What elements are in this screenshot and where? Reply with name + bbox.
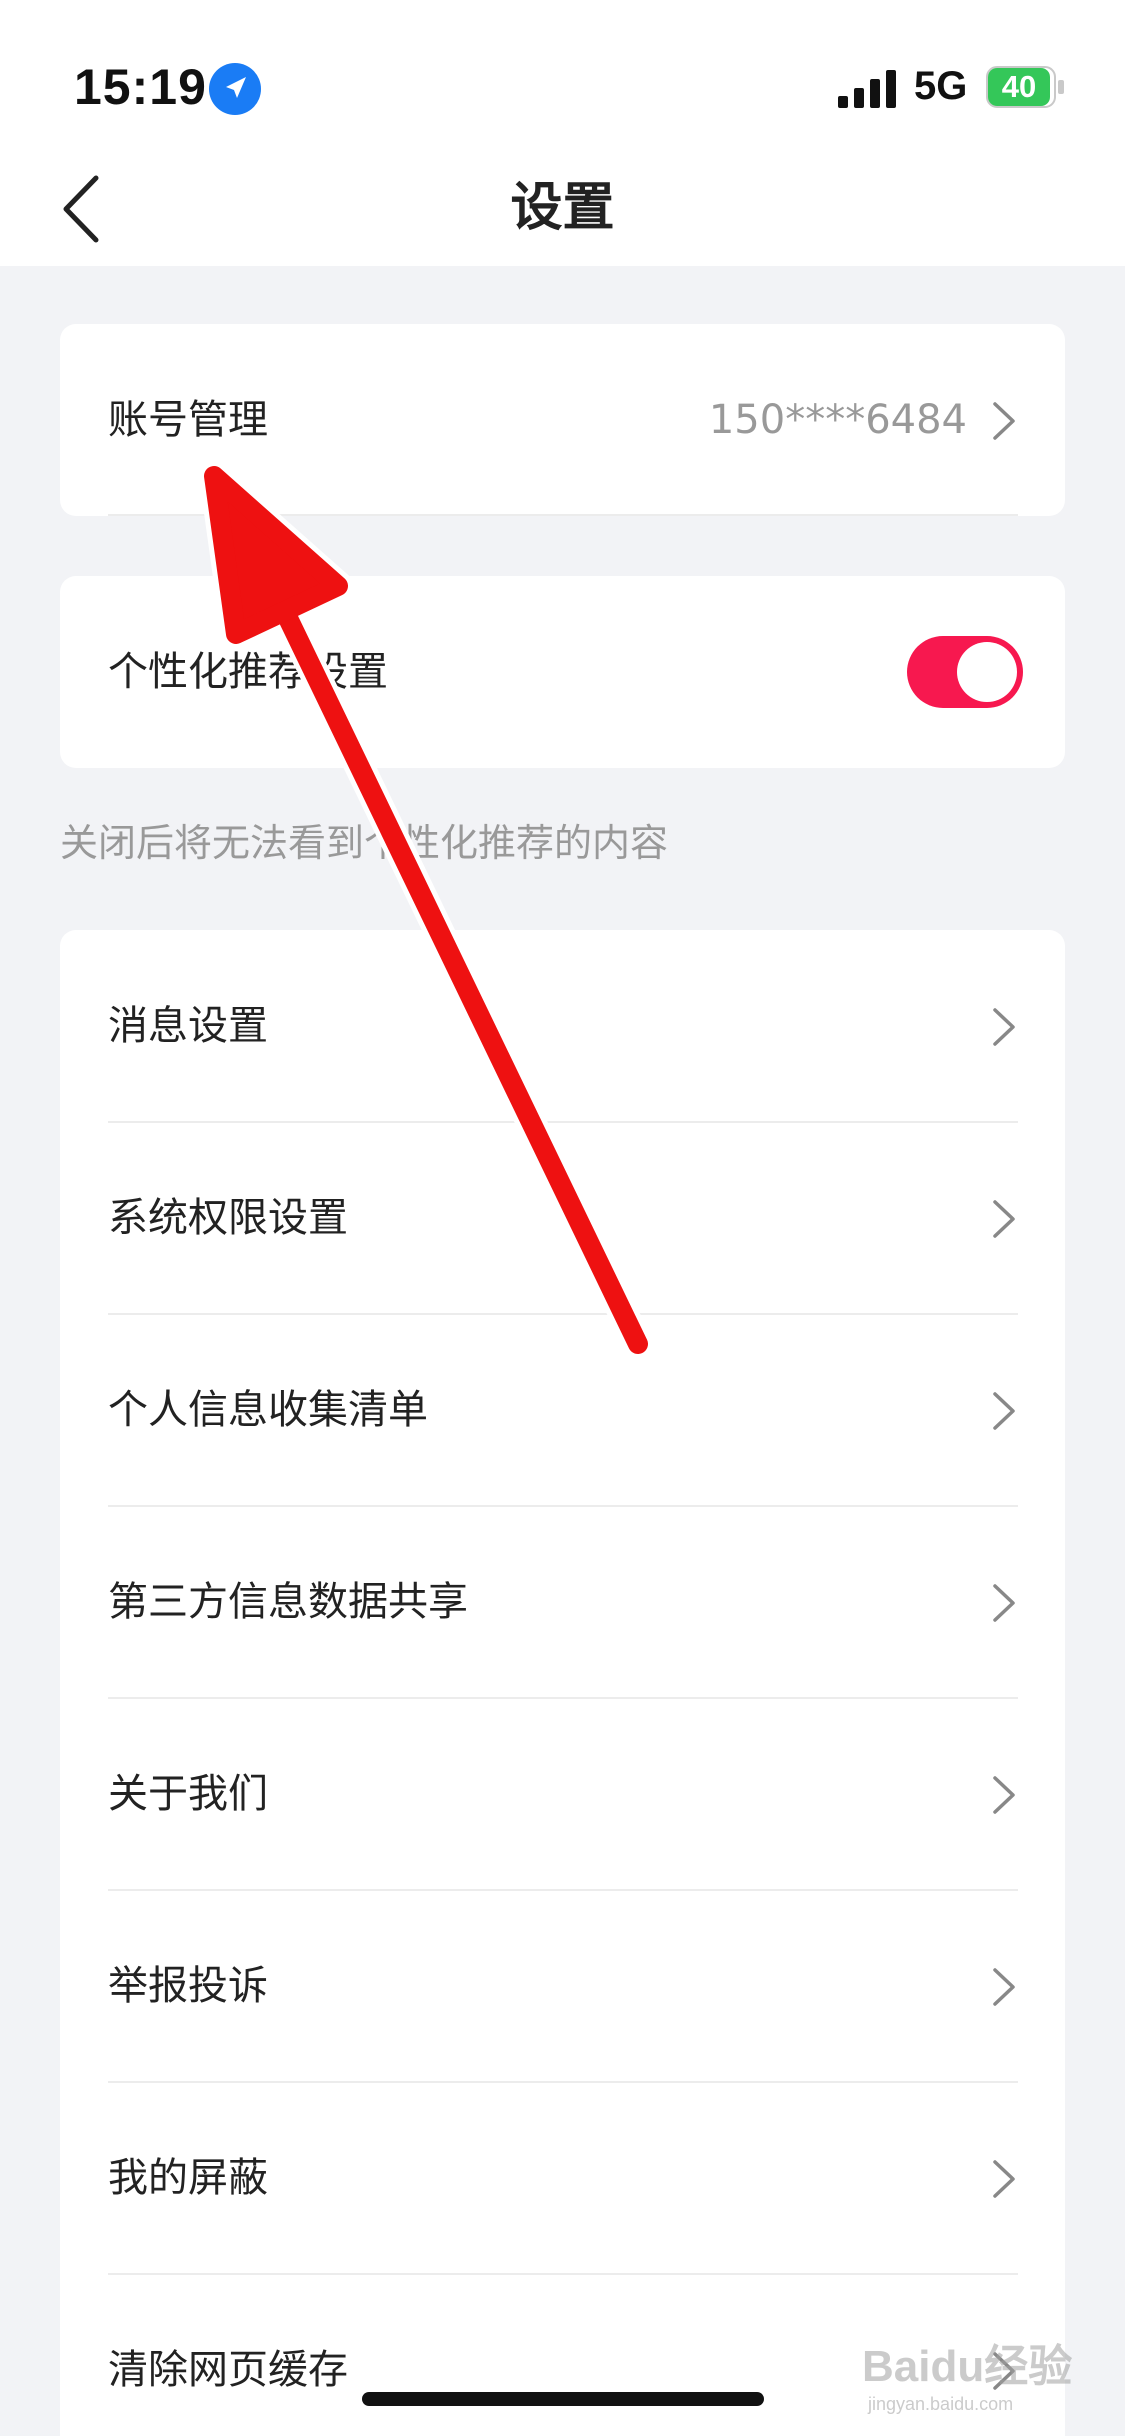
menu-item-label: 个人信息收集清单 <box>108 1387 428 1433</box>
menu-item-label: 关于我们 <box>108 1771 268 1817</box>
menu-item-system-permissions[interactable]: 系统权限设置 <box>60 1122 1065 1314</box>
divider <box>108 514 1018 516</box>
menu-item-personal-info-list[interactable]: 个人信息收集清单 <box>60 1314 1065 1506</box>
menu-item-label: 系统权限设置 <box>108 1195 348 1241</box>
account-management-label: 账号管理 <box>108 397 268 443</box>
menu-item-label: 消息设置 <box>108 1003 268 1049</box>
personalization-card: 个性化推荐设置 <box>60 576 1065 768</box>
chevron-right-icon <box>993 1584 1015 1622</box>
chevron-right-icon <box>993 1776 1015 1814</box>
account-phone-value: 150****6484 <box>708 397 967 443</box>
personalization-hint: 关闭后将无法看到个性化推荐的内容 <box>60 821 669 865</box>
chevron-right-icon <box>993 2160 1015 2198</box>
personalization-row: 个性化推荐设置 <box>60 576 1065 768</box>
personalization-toggle[interactable] <box>907 636 1023 708</box>
menu-item-about-us[interactable]: 关于我们 <box>60 1698 1065 1890</box>
account-card: 账号管理 150****6484 <box>60 324 1065 516</box>
menu-item-label: 举报投诉 <box>108 1963 268 2009</box>
menu-item-report-complaint[interactable]: 举报投诉 <box>60 1890 1065 2082</box>
network-type: 5G <box>914 64 968 108</box>
watermark-main: Baidu经验 <box>862 2342 1073 2391</box>
chevron-right-icon <box>993 1200 1015 1238</box>
status-time: 15:19 <box>74 59 207 115</box>
settings-menu-card: 消息设置 系统权限设置 个人信息收集清单 第三方信息数据共享 关于我们 举报投诉… <box>60 930 1065 2436</box>
chevron-right-icon <box>993 402 1015 440</box>
chevron-right-icon <box>993 1392 1015 1430</box>
page-title: 设置 <box>510 178 615 238</box>
cellular-signal-icon <box>838 70 896 108</box>
chevron-right-icon <box>993 1968 1015 2006</box>
menu-item-third-party-sharing[interactable]: 第三方信息数据共享 <box>60 1506 1065 1698</box>
watermark-sub: jingyan.baidu.com <box>868 2394 1014 2414</box>
toggle-knob <box>957 642 1017 702</box>
menu-item-message-settings[interactable]: 消息设置 <box>60 930 1065 1122</box>
status-bar: 15:19 5G 40 <box>0 0 1125 150</box>
account-management-row[interactable]: 账号管理 150****6484 <box>60 324 1065 516</box>
location-arrow-icon <box>209 63 261 115</box>
menu-item-label: 第三方信息数据共享 <box>108 1579 468 1625</box>
menu-item-my-blocked[interactable]: 我的屏蔽 <box>60 2082 1065 2274</box>
nav-bar: 设置 <box>0 150 1125 266</box>
personalization-label: 个性化推荐设置 <box>108 649 388 695</box>
menu-item-label: 我的屏蔽 <box>108 2155 268 2201</box>
battery-level: 40 <box>988 68 1050 106</box>
menu-item-label: 清除网页缓存 <box>108 2347 348 2393</box>
home-indicator[interactable] <box>362 2392 764 2406</box>
chevron-right-icon <box>993 1008 1015 1046</box>
baidu-watermark: Baidu经验 jingyan.baidu.com <box>862 2330 1082 2420</box>
